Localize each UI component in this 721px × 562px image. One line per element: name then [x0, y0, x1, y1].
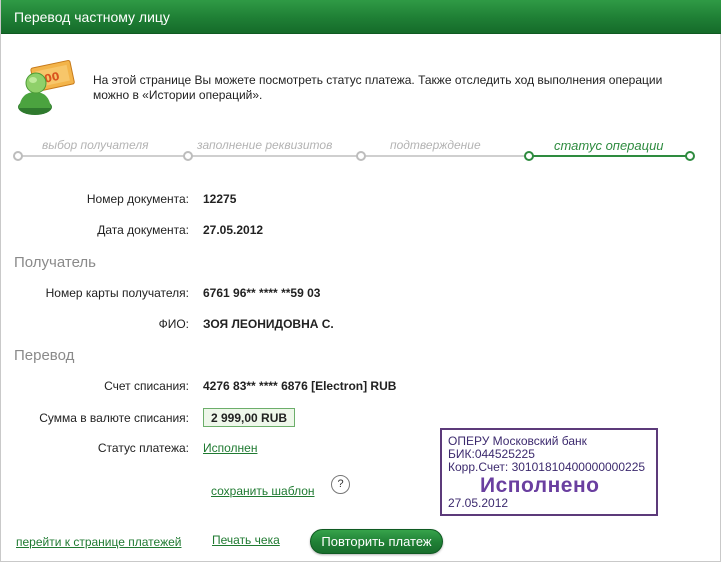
stamp-date: 27.05.2012	[448, 496, 509, 510]
intro-line-2: можно в «Истории операций».	[93, 88, 263, 102]
document-number-label: Номер документа:	[86, 192, 189, 206]
help-icon[interactable]: ?	[331, 475, 350, 494]
intro-text: На этой странице Вы можете посмотреть ст…	[93, 73, 693, 103]
amount-label: Сумма в валюте списания:	[39, 411, 189, 425]
repeat-payment-button[interactable]: Повторить платеж	[310, 529, 443, 554]
document-number-row: Номер документа: 12275	[1, 192, 561, 210]
step-label-select-recipient: выбор получателя	[42, 138, 149, 152]
step-label-confirmation: подтверждение	[390, 138, 481, 152]
debit-account-value: 4276 83** **** 6876 [Electron] RUB	[203, 379, 397, 393]
stamp-status: Исполнено	[480, 474, 600, 497]
document-number-value: 12275	[203, 192, 237, 206]
progress-steps: выбор получателя заполнение реквизитов п…	[13, 136, 695, 166]
bank-stamp: ОПЕРУ Московский банк БИК:044525225 Корр…	[440, 428, 658, 516]
step-label-status: статус операции	[554, 138, 664, 153]
window-title: Перевод частному лицу	[14, 9, 170, 25]
document-date-value: 27.05.2012	[203, 223, 264, 237]
debit-account-label: Счет списания:	[104, 379, 189, 393]
person-money-icon: 00	[15, 56, 75, 116]
stamp-corr-account: Корр.Счет: 30101810400000000225	[448, 460, 646, 474]
payment-window: Перевод частному лицу 00 На этой страниц…	[0, 0, 721, 562]
recipient-card-label: Номер карты получателя:	[45, 286, 189, 300]
step-dot-end	[685, 151, 695, 161]
document-date-row: Дата документа: 27.05.2012	[1, 223, 561, 241]
back-to-payments-link[interactable]: перейти к странице платежей	[16, 535, 181, 549]
payment-status-label: Статус платежа:	[97, 441, 189, 455]
amount-value: 2 999,00 RUB	[203, 408, 295, 427]
recipient-name-label: ФИО:	[158, 317, 189, 331]
transfer-section-title: Перевод	[14, 347, 75, 364]
title-bar: Перевод частному лицу	[1, 0, 721, 34]
debit-account-row: Счет списания: 4276 83** **** 6876 [Elec…	[1, 379, 561, 397]
recipient-name-value: ЗОЯ ЛЕОНИДОВНА С.	[203, 317, 334, 331]
document-date-label: Дата документа:	[97, 223, 189, 237]
step-dot-1	[13, 151, 23, 161]
steps-track-done	[528, 155, 688, 157]
recipient-card-value: 6761 96** **** **59 03	[203, 286, 321, 300]
print-receipt-link[interactable]: Печать чека	[212, 533, 280, 547]
recipient-card-row: Номер карты получателя: 6761 96** **** *…	[1, 286, 561, 304]
recipient-name-row: ФИО: ЗОЯ ЛЕОНИДОВНА С.	[1, 317, 561, 335]
recipient-section-title: Получатель	[14, 254, 96, 271]
steps-track	[18, 155, 528, 157]
step-label-fill-details: заполнение реквизитов	[197, 138, 333, 152]
step-dot-4	[524, 151, 534, 161]
step-dot-2	[183, 151, 193, 161]
intro-line-1: На этой странице Вы можете посмотреть ст…	[93, 73, 663, 87]
step-dot-3	[356, 151, 366, 161]
save-template-link[interactable]: сохранить шаблон	[211, 484, 315, 498]
payment-status-link[interactable]: Исполнен	[203, 441, 257, 455]
